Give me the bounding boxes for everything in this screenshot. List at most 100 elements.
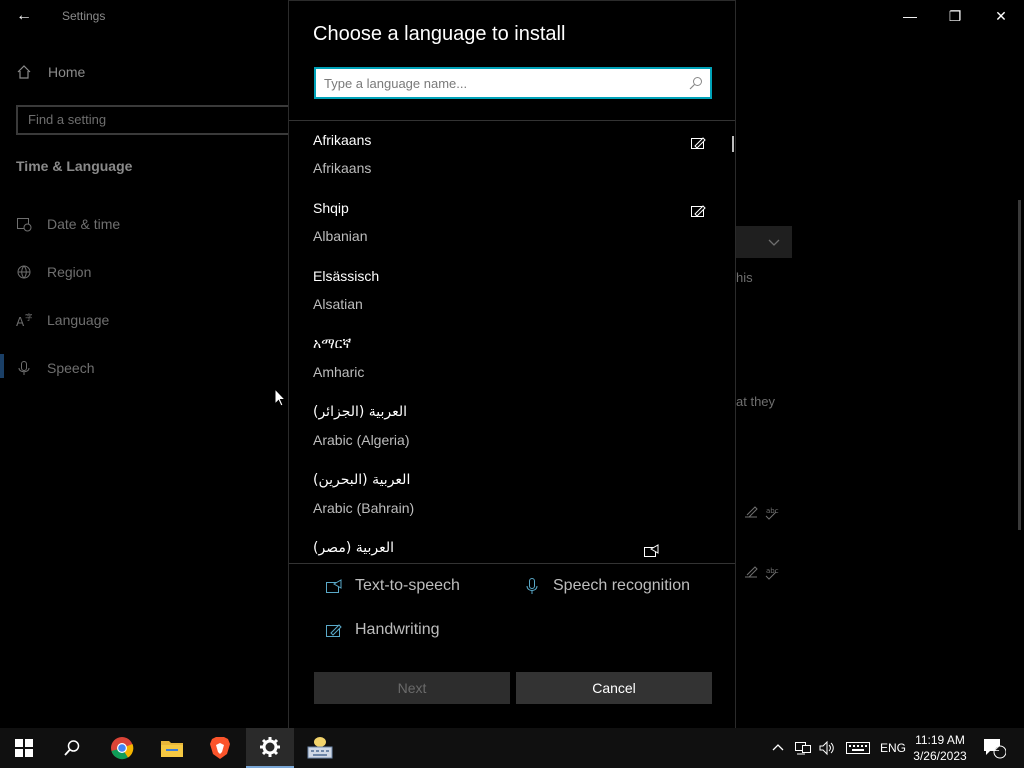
- taskbar: ENG 11:19 AM 3/26/2023 2: [0, 728, 1024, 768]
- feature-handwriting: Handwriting: [325, 621, 439, 639]
- chevron-down-icon: [768, 239, 780, 246]
- date-time-icon: [17, 218, 32, 232]
- globe-icon: [17, 265, 31, 279]
- nav-home-label: Home: [48, 64, 86, 80]
- search-icon[interactable]: [688, 75, 704, 91]
- start-button[interactable]: [0, 728, 48, 768]
- nav-item-label: Region: [47, 264, 92, 280]
- start-icon: [15, 739, 33, 757]
- list-item[interactable]: Afrikaans Afrikaans: [289, 121, 735, 189]
- home-icon: [17, 65, 31, 79]
- handwriting-icon: [326, 624, 342, 637]
- nav-item-date-time[interactable]: Date & time: [16, 216, 120, 232]
- minimize-button[interactable]: —: [894, 4, 926, 28]
- nav-home[interactable]: Home: [16, 64, 85, 80]
- language-english-name: Afrikaans: [313, 160, 372, 176]
- maximize-button[interactable]: ❐: [939, 4, 971, 28]
- list-item[interactable]: العربية (مصر): [289, 529, 735, 563]
- language-list: Afrikaans Afrikaans Shqip Albanian Elsäs…: [289, 121, 735, 563]
- feature-label: Speech recognition: [553, 577, 690, 594]
- background-dropdown[interactable]: [736, 226, 792, 258]
- nav-item-label: Language: [47, 312, 110, 328]
- close-button[interactable]: ✕: [985, 4, 1017, 28]
- svg-text:abc: abc: [766, 507, 779, 515]
- taskbar-chrome[interactable]: [98, 728, 146, 768]
- handwriting-icon: [691, 137, 706, 149]
- taskbar-settings[interactable]: [246, 728, 294, 768]
- chevron-up-icon[interactable]: [770, 740, 786, 756]
- page-scrollbar[interactable]: [1018, 200, 1021, 530]
- microphone-icon: [526, 578, 538, 594]
- language-english-name: Amharic: [313, 364, 365, 380]
- language-features-icon: abc: [745, 566, 779, 580]
- input-language-indicator[interactable]: ENG: [880, 741, 906, 755]
- nav-item-language[interactable]: A字 Language: [16, 312, 109, 328]
- list-item[interactable]: العربية (البحرين) Arabic (Bahrain): [289, 461, 735, 529]
- language-native-name: العربية (مصر): [313, 540, 394, 556]
- clock-date: 3/26/2023: [913, 749, 967, 763]
- search-icon: [64, 740, 80, 756]
- list-scrollbar[interactable]: [732, 136, 734, 152]
- cancel-button[interactable]: Cancel: [516, 672, 712, 704]
- clock-time: 11:19 AM: [915, 733, 965, 747]
- text-to-speech-icon: [326, 579, 342, 593]
- find-setting-placeholder: Find a setting: [28, 112, 107, 127]
- language-native-name: Elsässisch: [313, 268, 380, 284]
- feature-speech-recognition: Speech recognition: [523, 577, 690, 595]
- nav-item-region[interactable]: Region: [16, 264, 91, 280]
- nav-item-speech[interactable]: Speech: [16, 360, 94, 376]
- taskbar-clock[interactable]: 11:19 AM 3/26/2023: [908, 732, 972, 764]
- background-text: his: [736, 270, 753, 285]
- window-title: Settings: [62, 9, 106, 23]
- system-tray: ENG: [770, 728, 906, 768]
- settings-icon: [260, 737, 280, 757]
- language-english-name: Arabic (Bahrain): [313, 500, 415, 516]
- microphone-icon: [18, 361, 30, 375]
- background-text: at they: [736, 394, 776, 409]
- language-search-box: [314, 67, 712, 99]
- find-setting-input[interactable]: Find a setting: [16, 105, 306, 135]
- keyboard-app-icon: [307, 737, 333, 759]
- handwriting-icon: [691, 205, 706, 217]
- language-native-name: العربية (البحرين): [313, 472, 411, 488]
- notification-count: 2: [994, 743, 1000, 754]
- back-button[interactable]: ←: [12, 6, 36, 26]
- volume-icon[interactable]: [818, 740, 836, 756]
- nav-item-label: Date & time: [47, 216, 121, 232]
- text-to-speech-icon: [644, 544, 659, 557]
- language-english-name: Arabic (Algeria): [313, 432, 410, 448]
- list-item[interactable]: Shqip Albanian: [289, 189, 735, 257]
- language-native-name: አማርኛ: [313, 336, 352, 352]
- svg-text:abc: abc: [766, 567, 779, 575]
- language-english-name: Albanian: [313, 228, 368, 244]
- feature-label: Handwriting: [355, 621, 440, 638]
- language-search-input[interactable]: [324, 73, 674, 93]
- language-native-name: Afrikaans: [313, 132, 372, 148]
- nav-item-label: Speech: [47, 360, 95, 376]
- list-item[interactable]: العربية (الجزائر) Arabic (Algeria): [289, 393, 735, 461]
- taskbar-brave[interactable]: [196, 728, 244, 768]
- taskbar-keyboard-app[interactable]: [296, 728, 344, 768]
- list-item[interactable]: Elsässisch Alsatian: [289, 257, 735, 325]
- choose-language-dialog: Choose a language to install Afrikaans A…: [288, 0, 736, 728]
- chrome-icon: [111, 737, 134, 760]
- next-button[interactable]: Next: [314, 672, 510, 704]
- language-native-name: العربية (الجزائر): [313, 404, 408, 420]
- mouse-cursor-icon: [274, 388, 286, 407]
- section-title: Time & Language: [16, 158, 133, 174]
- action-center-button[interactable]: 2: [972, 728, 1016, 768]
- network-icon[interactable]: [794, 740, 812, 756]
- touch-keyboard-icon[interactable]: [846, 740, 870, 756]
- taskbar-search-button[interactable]: [48, 728, 96, 768]
- language-icon: A字: [16, 312, 32, 328]
- svg-text:A: A: [16, 315, 25, 328]
- file-explorer-icon: [161, 741, 183, 757]
- language-features-icon: abc: [745, 506, 779, 520]
- taskbar-file-explorer[interactable]: [148, 728, 196, 768]
- list-item[interactable]: አማርኛ Amharic: [289, 325, 735, 393]
- divider: [289, 563, 735, 564]
- brave-icon: [210, 737, 230, 759]
- svg-text:字: 字: [25, 312, 32, 322]
- dialog-title: Choose a language to install: [313, 23, 566, 45]
- language-native-name: Shqip: [313, 200, 349, 216]
